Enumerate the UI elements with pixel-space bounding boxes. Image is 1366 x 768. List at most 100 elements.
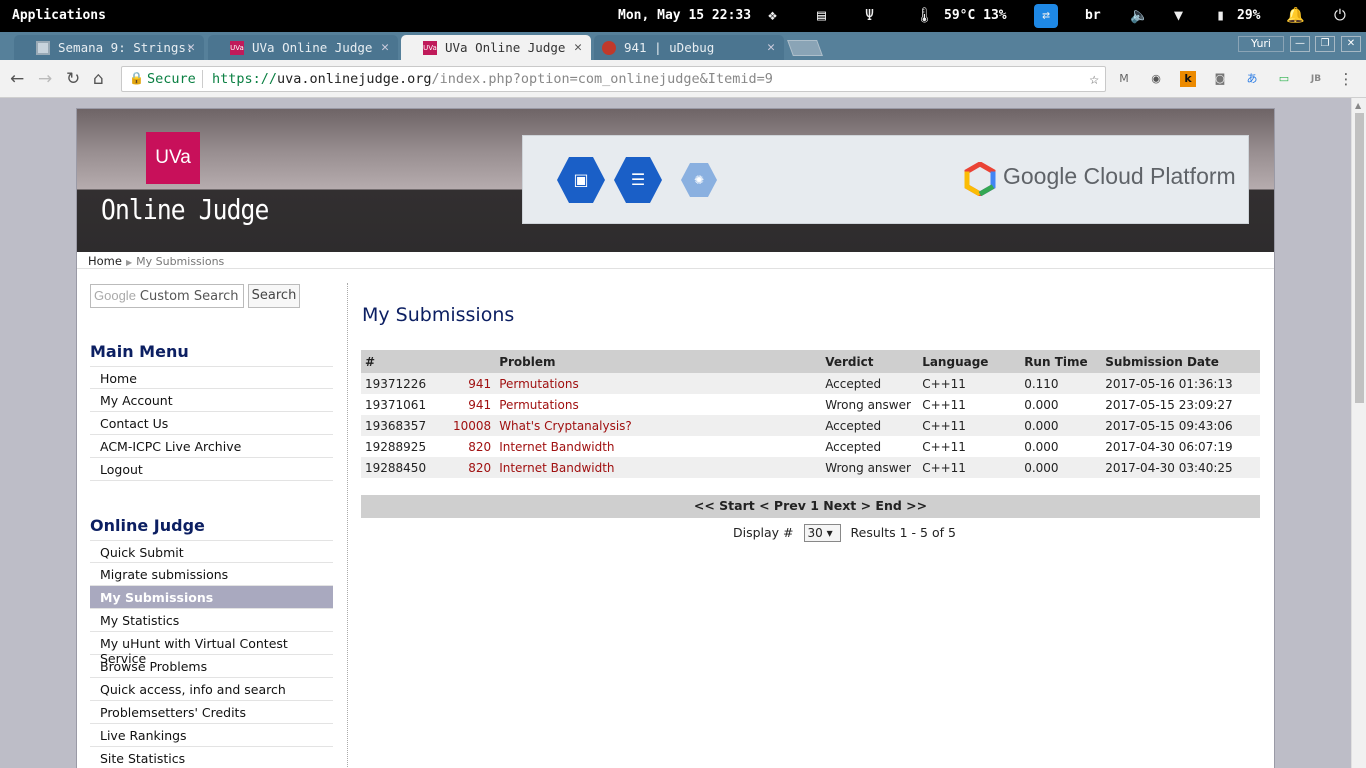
submissions-table: # Problem Verdict Language Run Time Subm…	[361, 350, 1260, 478]
online-judge-menu-title: Online Judge	[90, 516, 205, 535]
wifi-icon[interactable]: ▼	[1174, 6, 1183, 24]
display-count-select[interactable]: 30 ▾	[803, 524, 841, 542]
tab-trello[interactable]: Semana 9: Strings: ✕	[14, 35, 204, 60]
forward-icon[interactable]: →	[38, 69, 52, 89]
close-tab-icon[interactable]: ✕	[574, 40, 582, 55]
submission-date: 2017-05-15 23:09:27	[1101, 394, 1260, 415]
system-clock[interactable]: Mon, May 15 22:33	[618, 8, 751, 23]
problem-number[interactable]: 941	[449, 373, 496, 394]
language: C++11	[918, 457, 1021, 478]
camera-icon[interactable]: ◙	[1212, 71, 1228, 87]
temperature-readout[interactable]: 59°C 13%	[944, 8, 1007, 23]
tab-title: UVa Online Judge	[252, 40, 373, 55]
minimize-icon[interactable]: —	[1290, 36, 1310, 52]
page-title: My Submissions	[362, 304, 515, 326]
menu-item-migrate-submissions[interactable]: Migrate submissions	[90, 563, 333, 586]
google-cloud-banner[interactable]: ▣ ☰ ✺ Google Cloud Platform	[522, 135, 1249, 224]
menu-item-quick-submit[interactable]: Quick Submit	[90, 540, 333, 563]
menu-item-quick-access[interactable]: Quick access, info and search	[90, 678, 333, 701]
tv-icon[interactable]: ▭	[1276, 71, 1292, 87]
menu-item-live-archive[interactable]: ACM-ICPC Live Archive	[90, 435, 333, 458]
close-tab-icon[interactable]: ✕	[187, 40, 195, 55]
problem-number[interactable]: 941	[449, 394, 496, 415]
uva-logo[interactable]: UVa	[146, 132, 200, 184]
problem-number[interactable]: 820	[449, 436, 496, 457]
language: C++11	[918, 436, 1021, 457]
col-problem: Problem	[495, 350, 822, 373]
problem-name[interactable]: What's Cryptanalysis?	[495, 415, 822, 436]
trello-icon	[36, 41, 50, 55]
menu-item-browse-problems[interactable]: Browse Problems	[90, 655, 333, 678]
problem-name[interactable]: Internet Bandwidth	[495, 436, 822, 457]
home-icon[interactable]: ⌂	[93, 69, 104, 89]
col-id: #	[361, 350, 449, 373]
bookmark-star-icon[interactable]: ☆	[1089, 69, 1099, 88]
menu-item-site-statistics[interactable]: Site Statistics	[90, 747, 333, 768]
menu-item-my-statistics[interactable]: My Statistics	[90, 609, 333, 632]
verdict: Accepted	[821, 436, 919, 457]
problem-name[interactable]: Internet Bandwidth	[495, 457, 822, 478]
breadcrumb: Home ▶ My Submissions	[77, 252, 1274, 269]
jetbrains-icon[interactable]: JB	[1308, 71, 1324, 87]
applications-menu[interactable]: Applications	[12, 8, 106, 23]
close-tab-icon[interactable]: ✕	[767, 40, 775, 55]
scroll-thumb[interactable]	[1355, 113, 1364, 403]
dropbox-icon[interactable]: ❖	[768, 6, 777, 24]
verdict: Accepted	[821, 415, 919, 436]
menu-item-home[interactable]: Home	[90, 366, 333, 389]
tab-udebug[interactable]: 941 | uDebug ✕	[594, 35, 784, 60]
address-bar[interactable]: 🔒 Secure https://uva.onlinejudge.org/ind…	[121, 66, 1106, 92]
reload-icon[interactable]: ↻	[66, 69, 80, 89]
menu-item-contact-us[interactable]: Contact Us	[90, 412, 333, 435]
volume-icon[interactable]: 🔈	[1130, 6, 1149, 24]
menu-item-problemsetters-credits[interactable]: Problemsetters' Credits	[90, 701, 333, 724]
problem-number[interactable]: 10008	[449, 415, 496, 436]
keepa-icon[interactable]: k	[1180, 71, 1196, 87]
submission-id: 19288450	[361, 457, 449, 478]
page-scrollbar[interactable]: ▲	[1351, 98, 1366, 768]
menu-item-my-account[interactable]: My Account	[90, 389, 333, 412]
back-icon[interactable]: ←	[10, 69, 24, 89]
tab-uva-1[interactable]: UVa UVa Online Judge ✕	[208, 35, 398, 60]
lock-icon: 🔒	[129, 71, 144, 85]
new-tab-button[interactable]	[787, 40, 823, 56]
tab-uva-active[interactable]: UVa UVa Online Judge ✕	[401, 35, 591, 60]
site-name[interactable]: Online Judge	[101, 193, 269, 226]
usb-icon[interactable]: Ψ	[865, 6, 874, 24]
secure-label: Secure	[147, 71, 196, 87]
chevron-right-icon: ▶	[125, 258, 133, 267]
menu-item-my-submissions[interactable]: My Submissions	[90, 586, 333, 609]
translate-icon[interactable]: あ	[1244, 71, 1260, 87]
battery-percent[interactable]: 29%	[1237, 8, 1260, 23]
gmail-icon[interactable]: M	[1116, 71, 1132, 87]
url-text[interactable]: https://uva.onlinejudge.org/index.php?op…	[212, 71, 773, 87]
bell-icon[interactable]: 🔔	[1286, 6, 1305, 24]
problem-name[interactable]: Permutations	[495, 373, 822, 394]
run-time: 0.000	[1020, 457, 1102, 478]
search-input[interactable]: Google Custom Search	[90, 284, 244, 308]
close-window-icon[interactable]: ✕	[1341, 36, 1361, 52]
scroll-up-icon[interactable]: ▲	[1355, 101, 1361, 110]
gcp-logo-icon	[964, 162, 996, 196]
teamviewer-icon[interactable]: ⇄	[1034, 4, 1058, 28]
chrome-menu-icon[interactable]: ⋮	[1338, 71, 1354, 87]
menu-item-uhunt[interactable]: My uHunt with Virtual Contest Service	[90, 632, 333, 666]
menu-item-logout[interactable]: Logout	[90, 458, 333, 481]
problem-name[interactable]: Permutations	[495, 394, 822, 415]
menu-item-live-rankings[interactable]: Live Rankings	[90, 724, 333, 747]
keyboard-layout[interactable]: br	[1085, 8, 1101, 23]
problem-number[interactable]: 820	[449, 457, 496, 478]
verdict: Wrong answer	[821, 394, 919, 415]
thermometer-icon[interactable]: 🌡	[915, 6, 934, 24]
profile-button[interactable]: Yuri	[1238, 36, 1284, 52]
search-button[interactable]: Search	[248, 284, 300, 308]
close-tab-icon[interactable]: ✕	[381, 40, 389, 55]
lightbulb-icon[interactable]: ◉	[1148, 71, 1164, 87]
breadcrumb-home[interactable]: Home	[88, 254, 122, 268]
submission-date: 2017-04-30 03:40:25	[1101, 457, 1260, 478]
maximize-icon[interactable]: ❐	[1315, 36, 1335, 52]
battery-icon[interactable]: ▮	[1216, 6, 1225, 24]
pagination[interactable]: << Start < Prev 1 Next > End >>	[361, 495, 1260, 518]
screenshot-icon[interactable]: ▤	[817, 6, 826, 24]
power-icon[interactable]: ⏻	[1334, 6, 1346, 24]
